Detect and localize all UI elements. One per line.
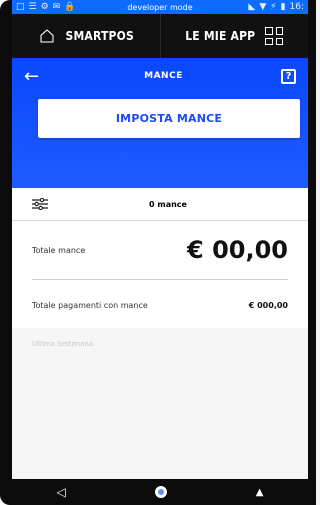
header: ← MANCE ? IMPOSTA MANCE [12, 58, 308, 188]
signal-icon: ◣ [248, 2, 256, 12]
system-back-icon[interactable]: ◁ [57, 485, 66, 499]
header-row: ← MANCE ? [12, 58, 308, 94]
total-mance-value: € 00,00 [187, 236, 288, 264]
user-icon[interactable]: ▲ [256, 487, 264, 498]
total-mance-label: Totale mance [32, 245, 86, 255]
page-title: MANCE [144, 71, 183, 81]
total-payments-value: € 000,00 [248, 300, 288, 310]
system-home-icon[interactable] [154, 486, 167, 498]
help-icon[interactable]: ? [281, 68, 296, 84]
device-edge-right [308, 0, 316, 505]
wifi-icon: ▼ [259, 2, 267, 12]
filter-row: 0 mance [12, 188, 308, 221]
ultima-settimana-label: Ultima Settimana [32, 340, 94, 348]
device-frame: □ ☰ ⚙ ✉ 🔒 developer mode ◣ ▼ ⚡ ▮ 16: SMA… [0, 0, 316, 505]
device-edge-left [0, 0, 12, 505]
screen: □ ☰ ⚙ ✉ 🔒 developer mode ◣ ▼ ⚡ ▮ 16: SMA… [12, 0, 308, 505]
tab-smartpos[interactable]: SMARTPOS [12, 14, 161, 58]
total-mance-row: Totale mance € 00,00 [12, 221, 308, 279]
apps-grid-icon [265, 27, 284, 45]
total-payments-label: Totale pagamenti con mance [32, 300, 148, 310]
content: 0 mance Totale mance € 00,00 Totale paga… [12, 188, 308, 479]
battery-icon: ▮ [280, 2, 286, 12]
tab-smartpos-label: SMARTPOS [65, 29, 134, 43]
mance-count: 0 mance [149, 199, 187, 209]
total-payments-row: Totale pagamenti con mance € 000,00 [12, 280, 308, 330]
status-left-icons: □ ☰ ⚙ ✉ 🔒 [16, 2, 75, 12]
battery-saver-icon: ⚡ [270, 2, 277, 12]
status-right-icons: ◣ ▼ ⚡ ▮ 16: [248, 2, 304, 12]
settings-icon: ⚙ [40, 2, 49, 12]
lock-icon: 🔒 [64, 2, 76, 12]
clock: 16: [289, 2, 304, 12]
system-navigation-bar: ◁ ▲ [12, 479, 308, 505]
imposta-mance-button[interactable]: IMPOSTA MANCE [38, 99, 300, 138]
back-arrow-icon[interactable]: ← [24, 66, 46, 87]
tab-le-mie-app-label: LE MIE APP [185, 29, 256, 43]
notification-icon: ☰ [28, 2, 37, 12]
top-navigation: SMARTPOS LE MIE APP [12, 14, 308, 58]
filter-sliders-icon[interactable] [32, 198, 48, 210]
square-icon: □ [16, 2, 25, 12]
tab-le-mie-app[interactable]: LE MIE APP [161, 14, 309, 58]
mail-icon: ✉ [52, 2, 61, 12]
week-area: Ultima Settimana [12, 328, 308, 479]
status-bar: □ ☰ ⚙ ✉ 🔒 developer mode ◣ ▼ ⚡ ▮ 16: [12, 0, 308, 14]
home-icon [39, 29, 54, 43]
